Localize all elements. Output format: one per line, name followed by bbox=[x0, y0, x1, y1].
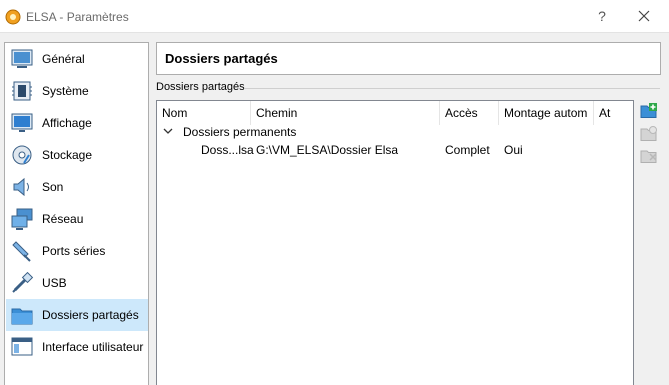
close-icon[interactable] bbox=[632, 4, 656, 28]
column-header-at[interactable]: At bbox=[594, 101, 634, 125]
shared-folders-icon bbox=[11, 308, 33, 325]
column-header-automount[interactable]: Montage autom bbox=[499, 101, 594, 125]
sidebar-item-display[interactable]: Affichage bbox=[6, 107, 148, 139]
sidebar-item-network[interactable]: Réseau bbox=[6, 203, 148, 235]
sidebar-item-storage[interactable]: Stockage bbox=[6, 139, 148, 171]
shared-folders-table[interactable]: Nom Chemin Accès Montage autom At Dossie… bbox=[156, 100, 634, 385]
sidebar-item-shared-folders[interactable]: Dossiers partagés bbox=[6, 299, 148, 331]
table-cell-name[interactable]: Doss...lsa bbox=[201, 143, 254, 157]
serial-ports-icon bbox=[12, 241, 31, 262]
chevron-down-icon[interactable] bbox=[163, 126, 173, 136]
app-icon bbox=[5, 9, 21, 25]
network-icon bbox=[11, 208, 33, 230]
user-interface-icon bbox=[11, 337, 33, 356]
sidebar-item-label: Affichage bbox=[42, 116, 92, 130]
settings-sidebar: Général Système Affichage Stockage Son R… bbox=[4, 42, 149, 385]
column-header-name[interactable]: Nom bbox=[157, 101, 251, 125]
page-header: Dossiers partagés bbox=[156, 42, 661, 75]
sidebar-item-general[interactable]: Général bbox=[6, 43, 148, 75]
title-bar: ELSA - Paramètres ? bbox=[0, 0, 669, 33]
audio-icon bbox=[13, 177, 29, 197]
column-header-access[interactable]: Accès bbox=[440, 101, 499, 125]
sidebar-item-user-interface[interactable]: Interface utilisateur bbox=[6, 331, 148, 363]
sidebar-item-label: Stockage bbox=[42, 148, 93, 162]
add-shared-folder-icon[interactable] bbox=[640, 102, 658, 120]
sidebar-item-usb[interactable]: USB bbox=[6, 267, 148, 299]
sidebar-item-label: Général bbox=[42, 52, 85, 66]
sidebar-item-label: Réseau bbox=[42, 212, 84, 226]
help-button[interactable]: ? bbox=[592, 6, 612, 26]
display-icon bbox=[11, 113, 33, 132]
sidebar-item-label: Interface utilisateur bbox=[42, 340, 144, 354]
sidebar-item-serial-ports[interactable]: Ports séries bbox=[6, 235, 148, 267]
usb-icon bbox=[12, 271, 34, 293]
system-icon bbox=[12, 81, 32, 101]
page-title: Dossiers partagés bbox=[165, 51, 278, 66]
table-cell-automount[interactable]: Oui bbox=[504, 143, 523, 157]
remove-shared-folder-icon[interactable] bbox=[640, 147, 658, 165]
edit-shared-folder-icon[interactable] bbox=[640, 125, 658, 143]
column-header-path[interactable]: Chemin bbox=[251, 101, 440, 125]
sidebar-item-label: USB bbox=[42, 276, 67, 290]
group-label: Dossiers partagés bbox=[156, 81, 245, 93]
window-title: ELSA - Paramètres bbox=[26, 10, 129, 24]
sidebar-item-label: Son bbox=[42, 180, 64, 194]
sidebar-item-label: Ports séries bbox=[42, 244, 106, 258]
group-divider bbox=[245, 88, 660, 89]
sidebar-item-system[interactable]: Système bbox=[6, 75, 148, 107]
table-cell-access[interactable]: Complet bbox=[445, 143, 490, 157]
sidebar-item-label: Dossiers partagés bbox=[42, 308, 139, 322]
tree-group-permanent[interactable]: Dossiers permanents bbox=[183, 125, 296, 139]
general-icon bbox=[11, 49, 33, 68]
storage-icon bbox=[12, 145, 32, 165]
sidebar-item-label: Système bbox=[42, 84, 89, 98]
sidebar-item-audio[interactable]: Son bbox=[6, 171, 148, 203]
table-cell-path[interactable]: G:\VM_ELSA\Dossier Elsa bbox=[256, 143, 398, 157]
